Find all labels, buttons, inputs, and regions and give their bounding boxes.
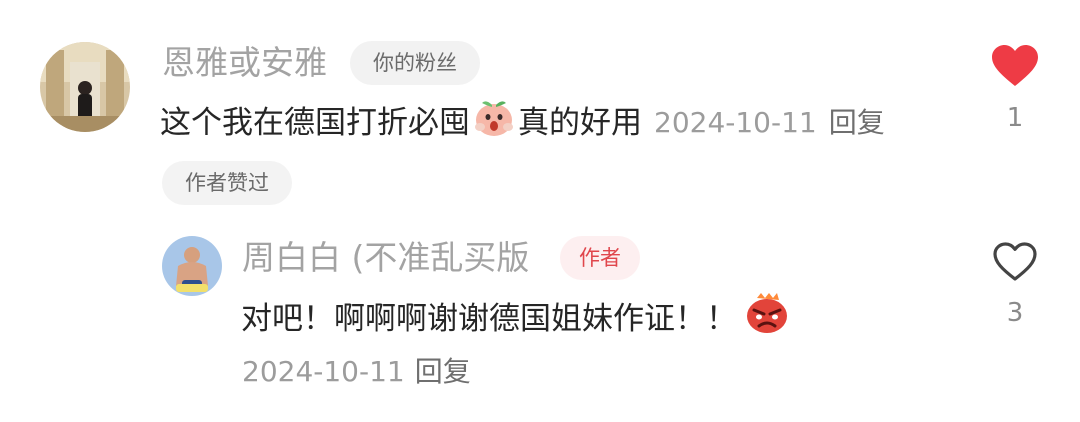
- heart-outline-icon: [992, 242, 1038, 287]
- commenter-avatar[interactable]: [40, 42, 130, 132]
- comment-text-part1: 这个我在德国打折必囤: [160, 105, 470, 141]
- reply-content: 对吧！啊啊啊谢谢德国姐妹作证！！: [241, 292, 791, 346]
- angry-face-emoji-icon: [745, 292, 789, 346]
- reply-like-count: 3: [1006, 298, 1024, 328]
- comment-content: 这个我在德国打折必囤 真的好用 2024-10-11 回复: [160, 97, 885, 149]
- reply-author-username[interactable]: 周白白 (不准乱买版: [242, 238, 529, 278]
- comment-reply-button[interactable]: 回复: [829, 101, 885, 145]
- comment-text-part2: 真的好用: [518, 105, 642, 141]
- comment-date: 2024-10-11: [654, 106, 817, 139]
- reply-text: 对吧！啊啊啊谢谢德国姐妹作证！！: [241, 301, 737, 337]
- surprised-peach-emoji-icon: [472, 97, 516, 149]
- commenter-username[interactable]: 恩雅或安雅: [162, 43, 327, 83]
- reply-reply-button[interactable]: 回复: [415, 355, 471, 388]
- reply-author-avatar[interactable]: [162, 236, 222, 296]
- author-liked-badge: 作者赞过: [162, 161, 292, 205]
- author-tag: 作者: [560, 236, 640, 280]
- reply-meta: 2024-10-11 回复: [242, 352, 471, 392]
- fan-tag: 你的粉丝: [350, 41, 480, 85]
- comment-like-button[interactable]: [990, 44, 1040, 88]
- comment-like-count: 1: [1006, 103, 1024, 133]
- reply-like-button[interactable]: [992, 241, 1038, 283]
- heart-filled-icon: [990, 45, 1040, 92]
- reply-date: 2024-10-11: [242, 355, 405, 388]
